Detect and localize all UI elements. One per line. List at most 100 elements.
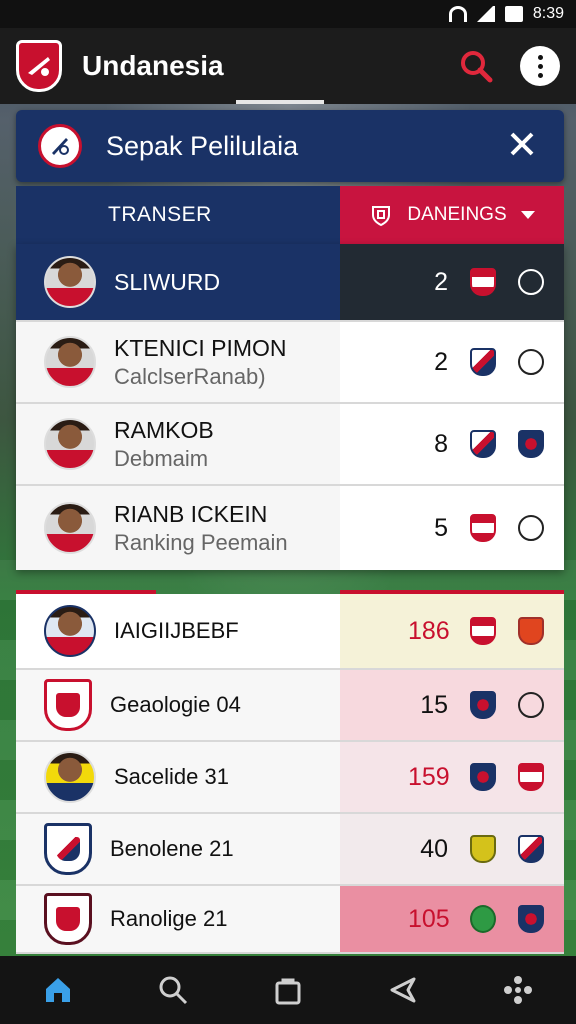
player-info: RIANB ICKEIN Ranking Peemain xyxy=(16,486,340,570)
club-value: 186 xyxy=(408,616,450,645)
list-item[interactable]: IAIGIIJBEBF 186 xyxy=(16,594,564,670)
app-logo xyxy=(16,40,62,92)
search-icon xyxy=(461,51,493,83)
status-bar: 8:39 xyxy=(0,0,576,28)
crest-inner xyxy=(56,837,80,861)
more-options-button[interactable] xyxy=(520,46,560,86)
club-crest-icon xyxy=(470,905,496,933)
tab-rankings-label: DANEINGS xyxy=(407,204,507,225)
avatar xyxy=(44,336,96,388)
club-crest-icon xyxy=(44,823,92,875)
club-crest-icon xyxy=(518,763,544,791)
player-name: SLIWURD xyxy=(114,268,221,295)
club-name: IAIGIIJBEBF xyxy=(114,618,239,643)
nav-home-button[interactable] xyxy=(30,962,86,1018)
player-subtitle: Debmaim xyxy=(114,445,209,471)
player-name: KTENICI PIMON xyxy=(114,334,287,361)
list-item[interactable]: KTENICI PIMON CalclserRanab) 2 xyxy=(16,322,564,404)
club-crest-icon xyxy=(470,691,496,719)
nav-search-button[interactable] xyxy=(145,962,201,1018)
list-item[interactable]: Ranolige 21 105 xyxy=(16,886,564,954)
club-stats: 186 xyxy=(340,594,564,668)
player-info: KTENICI PIMON CalclserRanab) xyxy=(16,322,340,402)
club-value: 40 xyxy=(420,834,448,863)
player-subtitle: Ranking Peemain xyxy=(114,529,288,555)
nav-shop-button[interactable] xyxy=(260,962,316,1018)
club-stats: 15 xyxy=(340,670,564,740)
club-crest-icon xyxy=(518,905,544,933)
club-info: IAIGIIJBEBF xyxy=(16,594,340,668)
nav-back-button[interactable] xyxy=(375,962,431,1018)
list-item[interactable]: SLIWURD 2 xyxy=(16,244,564,322)
club-value: 105 xyxy=(408,904,450,933)
club-crest-icon xyxy=(470,430,496,458)
tab-bar: TRANSER DANEINGS xyxy=(16,186,564,244)
player-name: RAMKOB xyxy=(114,416,214,443)
club-crest-icon xyxy=(470,514,496,542)
app-bar: Undanesia xyxy=(0,28,576,104)
club-crest-icon xyxy=(44,893,92,945)
avatar xyxy=(44,502,96,554)
player-name: RIANB ICKEIN xyxy=(114,500,268,527)
tab-rankings-dropdown[interactable]: DANEINGS xyxy=(340,186,564,244)
player-text: KTENICI PIMON CalclserRanab) xyxy=(114,335,287,390)
player-list: SLIWURD 2 KTENICI PIMON CalclserRanab) 2… xyxy=(16,244,564,570)
club-info: Geaologie 04 xyxy=(16,670,340,740)
club-ranking-list: IAIGIIJBEBF 186 Geaologie 04 15 Sacelide… xyxy=(16,590,564,954)
list-item[interactable]: RAMKOB Debmaim 8 xyxy=(16,404,564,486)
timer-icon xyxy=(518,269,544,295)
shield-icon xyxy=(372,206,391,227)
player-text: RAMKOB Debmaim xyxy=(114,417,214,472)
club-crest-icon xyxy=(470,763,496,791)
avatar xyxy=(44,605,96,657)
bag-icon xyxy=(275,978,301,1005)
list-item[interactable]: RIANB ICKEIN Ranking Peemain 5 xyxy=(16,486,564,570)
more-icon-dot xyxy=(537,63,543,69)
timer-icon xyxy=(518,515,544,541)
wifi-icon xyxy=(448,6,467,22)
player-text: SLIWURD xyxy=(114,269,220,296)
club-crest-icon xyxy=(518,617,544,645)
list-item[interactable]: Benolene 21 40 xyxy=(16,814,564,886)
club-text: Ranolige 21 xyxy=(110,906,227,932)
club-stats: 159 xyxy=(340,742,564,812)
player-stats: 2 xyxy=(340,244,564,320)
bottom-navigation xyxy=(0,956,576,1024)
player-value: 5 xyxy=(434,513,448,542)
status-time: 8:39 xyxy=(532,5,564,22)
club-text: Geaologie 04 xyxy=(110,692,241,718)
club-crest-icon xyxy=(518,835,544,863)
club-crest-icon xyxy=(470,617,496,645)
club-crest-icon xyxy=(470,268,496,296)
club-info: Benolene 21 xyxy=(16,814,340,884)
signal-icon xyxy=(476,6,495,22)
club-name: Geaologie 04 xyxy=(110,692,241,717)
app-title: Undanesia xyxy=(82,50,224,81)
timer-icon xyxy=(518,349,544,375)
logo-emblem-icon xyxy=(28,57,50,76)
club-info: Ranolige 21 xyxy=(16,886,340,952)
apps-icon xyxy=(504,976,533,1004)
timer-icon xyxy=(518,692,544,718)
crest-inner xyxy=(56,693,80,717)
close-button[interactable] xyxy=(502,127,542,166)
tab-indicator xyxy=(236,100,324,104)
tab-transfer[interactable]: TRANSER xyxy=(16,186,340,244)
list-item[interactable]: Geaologie 04 15 xyxy=(16,670,564,742)
nav-apps-button[interactable] xyxy=(490,962,546,1018)
chevron-down-icon xyxy=(520,211,535,219)
club-crest-icon xyxy=(44,679,92,731)
league-badge-icon xyxy=(38,124,82,168)
player-stats: 2 xyxy=(340,322,564,402)
battery-icon xyxy=(504,6,523,22)
club-crest-icon xyxy=(470,348,496,376)
list-item[interactable]: Sacelide 31 159 xyxy=(16,742,564,814)
badge-emblem-icon xyxy=(52,138,69,155)
search-nav-icon xyxy=(159,976,187,1005)
club-info: Sacelide 31 xyxy=(16,742,340,812)
player-info: SLIWURD xyxy=(16,244,340,320)
avatar xyxy=(44,418,96,470)
club-stats: 105 xyxy=(340,886,564,952)
club-name: Sacelide 31 xyxy=(114,764,229,789)
search-button[interactable] xyxy=(454,44,498,88)
